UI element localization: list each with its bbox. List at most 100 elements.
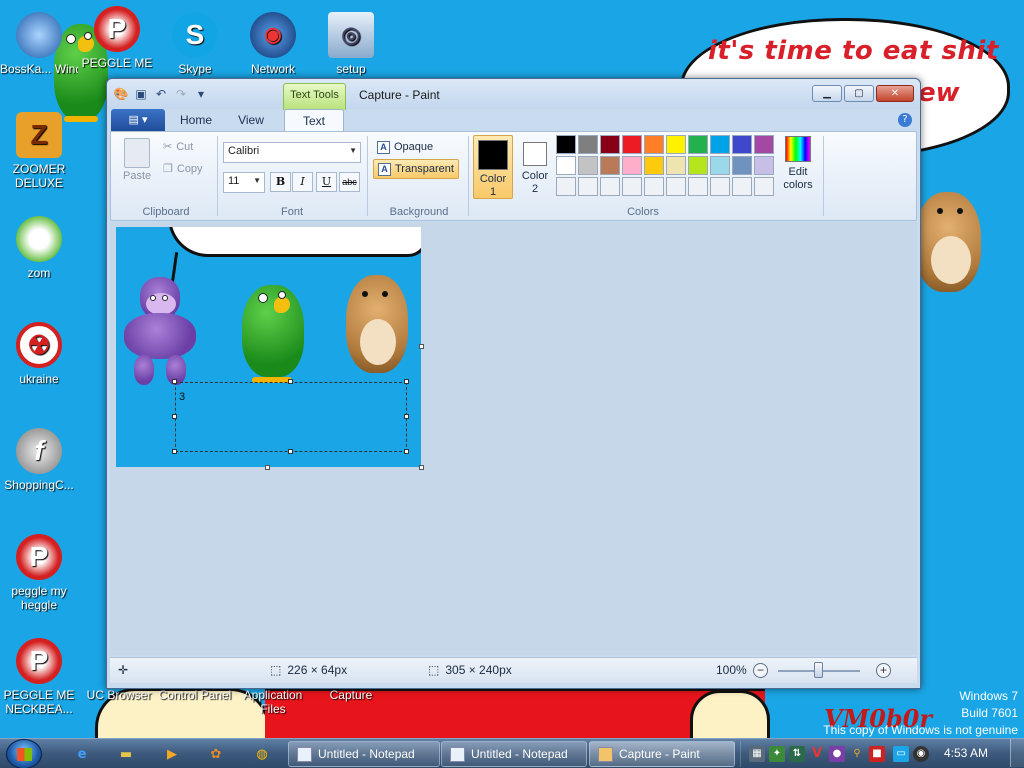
tray-antivirus-icon[interactable]: V — [809, 746, 825, 762]
palette-swatch[interactable] — [666, 135, 686, 154]
color1-button[interactable]: Color 1 — [473, 135, 513, 199]
resize-handle[interactable] — [288, 379, 293, 384]
palette-swatch[interactable] — [622, 156, 642, 175]
palette-swatch[interactable] — [666, 177, 686, 196]
color2-button[interactable]: Color 2 — [516, 135, 554, 199]
copy-button[interactable]: ❐ Copy — [163, 162, 203, 176]
palette-swatch[interactable] — [578, 156, 598, 175]
desktop-icon-network[interactable]: ◉ Network — [234, 12, 312, 76]
paint-taskbar-icon[interactable]: ✿ — [204, 743, 228, 765]
tray-display-icon[interactable]: ▭ — [893, 746, 909, 762]
close-button[interactable]: ✕ — [876, 85, 914, 102]
palette-swatch[interactable] — [600, 156, 620, 175]
text-box-content[interactable]: 3 — [179, 391, 185, 403]
taskbar-item-notepad-2[interactable]: Untitled - Notepad — [441, 741, 587, 767]
resize-handle[interactable] — [172, 379, 177, 384]
palette-swatch[interactable] — [754, 135, 774, 154]
italic-button[interactable]: I — [292, 172, 313, 192]
tab-text[interactable]: Text — [284, 109, 344, 131]
tray-camera-icon[interactable]: ◉ — [913, 746, 929, 762]
resize-handle[interactable] — [172, 414, 177, 419]
desktop-icon-peggle-my-heggle[interactable]: P peggle my heggle — [0, 534, 78, 612]
media-player-icon[interactable]: ▶ — [160, 743, 184, 765]
explorer-folder-icon[interactable]: ▬ — [114, 743, 138, 765]
resize-handle[interactable] — [404, 449, 409, 454]
taskbar-item-paint[interactable]: Capture - Paint — [589, 741, 735, 767]
palette-swatch[interactable] — [622, 135, 642, 154]
desktop-icon-setup[interactable]: ◎ setup — [312, 12, 390, 76]
palette-swatch[interactable] — [578, 177, 598, 196]
palette-swatch[interactable] — [710, 177, 730, 196]
underline-button[interactable]: U — [316, 172, 337, 192]
desktop-icon-uc-browser[interactable]: UC Browser — [84, 688, 154, 702]
strikethrough-button[interactable]: abc — [339, 172, 360, 192]
internet-explorer-icon[interactable]: e — [70, 743, 94, 765]
palette-swatch[interactable] — [688, 177, 708, 196]
help-icon[interactable]: ? — [898, 113, 912, 127]
desktop-icon-bosskey[interactable]: BossKa... Windo... — [0, 12, 78, 76]
start-button[interactable] — [6, 739, 42, 768]
redo-icon[interactable]: ↷ — [173, 86, 189, 102]
tray-app-icon[interactable]: ▦ — [749, 746, 765, 762]
palette-swatch[interactable] — [710, 156, 730, 175]
palette-swatch[interactable] — [732, 135, 752, 154]
canvas-resize-handle[interactable] — [419, 465, 424, 470]
palette-swatch[interactable] — [732, 177, 752, 196]
palette-swatch[interactable] — [556, 177, 576, 196]
palette-swatch[interactable] — [644, 177, 664, 196]
text-box-selection[interactable] — [175, 382, 407, 452]
canvas-resize-handle[interactable] — [419, 344, 424, 349]
palette-swatch[interactable] — [688, 135, 708, 154]
paint-window[interactable]: 🎨 ▣ ↶ ↷ ▾ Text Tools Capture - Paint ▁ ▢… — [106, 78, 921, 689]
canvas-resize-handle[interactable] — [265, 465, 270, 470]
resize-handle[interactable] — [288, 449, 293, 454]
hamster-desktop[interactable] — [915, 192, 985, 292]
paint-menu-button[interactable]: ▤ ▾ — [111, 109, 165, 131]
cut-button[interactable]: ✂ Cut — [163, 140, 193, 154]
desktop-icon-ukraine[interactable]: ☢ ukraine — [0, 322, 78, 386]
desktop-icon-peggle-me-neckbeard[interactable]: P PEGGLE ME NECKBEA... — [0, 638, 78, 716]
tray-red-icon[interactable]: ■ — [869, 746, 885, 762]
palette-swatch[interactable] — [666, 156, 686, 175]
desktop-icon-application-files[interactable]: Application Files — [236, 688, 310, 716]
title-bar[interactable]: 🎨 ▣ ↶ ↷ ▾ Text Tools Capture - Paint ▁ ▢… — [107, 79, 920, 110]
edit-colors-button[interactable]: Edit colors — [779, 136, 817, 192]
transparent-option[interactable]: A Transparent — [373, 159, 459, 179]
desktop-icon-capture[interactable]: Capture — [314, 688, 388, 702]
maximize-button[interactable]: ▢ — [844, 85, 874, 102]
chrome-icon[interactable]: ◍ — [250, 743, 274, 765]
palette-swatch[interactable] — [754, 156, 774, 175]
tray-search-icon[interactable]: ⚲ — [849, 746, 865, 762]
bold-button[interactable]: B — [270, 172, 291, 192]
resize-handle[interactable] — [172, 449, 177, 454]
drawing-canvas[interactable]: 3 — [116, 227, 421, 467]
show-desktop-button[interactable] — [1010, 739, 1024, 767]
zoom-out-button[interactable]: − — [753, 663, 768, 678]
palette-swatch[interactable] — [732, 156, 752, 175]
clock[interactable]: 4:53 AM — [944, 746, 988, 760]
palette-swatch[interactable] — [688, 156, 708, 175]
tray-network-icon[interactable]: ⇅ — [789, 746, 805, 762]
palette-swatch[interactable] — [644, 156, 664, 175]
palette-swatch[interactable] — [600, 177, 620, 196]
undo-icon[interactable]: ↶ — [153, 86, 169, 102]
desktop-icon-peggle-me[interactable]: P PEGGLE ME — [78, 6, 156, 70]
tray-parrot-icon[interactable]: ✦ — [769, 746, 785, 762]
palette-swatch[interactable] — [710, 135, 730, 154]
resize-handle[interactable] — [404, 379, 409, 384]
font-size-select[interactable]: 11 ▼ — [223, 172, 265, 193]
tray-gorilla-icon[interactable]: ● — [829, 746, 845, 762]
desktop-icon-zoomer-deluxe[interactable]: Z ZOOMER DELUXE — [0, 112, 78, 190]
paste-button[interactable]: Paste — [123, 138, 151, 182]
desktop-icon-skype[interactable]: S Skype — [156, 12, 234, 76]
taskbar-item-notepad-1[interactable]: Untitled - Notepad — [288, 741, 440, 767]
palette-swatch[interactable] — [578, 135, 598, 154]
save-icon[interactable]: ▣ — [133, 86, 149, 102]
zoom-slider-thumb[interactable] — [814, 662, 823, 678]
palette-swatch[interactable] — [556, 156, 576, 175]
font-family-select[interactable]: Calibri ▼ — [223, 142, 361, 163]
desktop-icon-shopping[interactable]: f ShoppingC... — [0, 428, 78, 492]
canvas-workspace[interactable]: 3 — [110, 222, 917, 655]
customize-qat-icon[interactable]: ▾ — [193, 86, 209, 102]
zoom-in-button[interactable]: + — [876, 663, 891, 678]
